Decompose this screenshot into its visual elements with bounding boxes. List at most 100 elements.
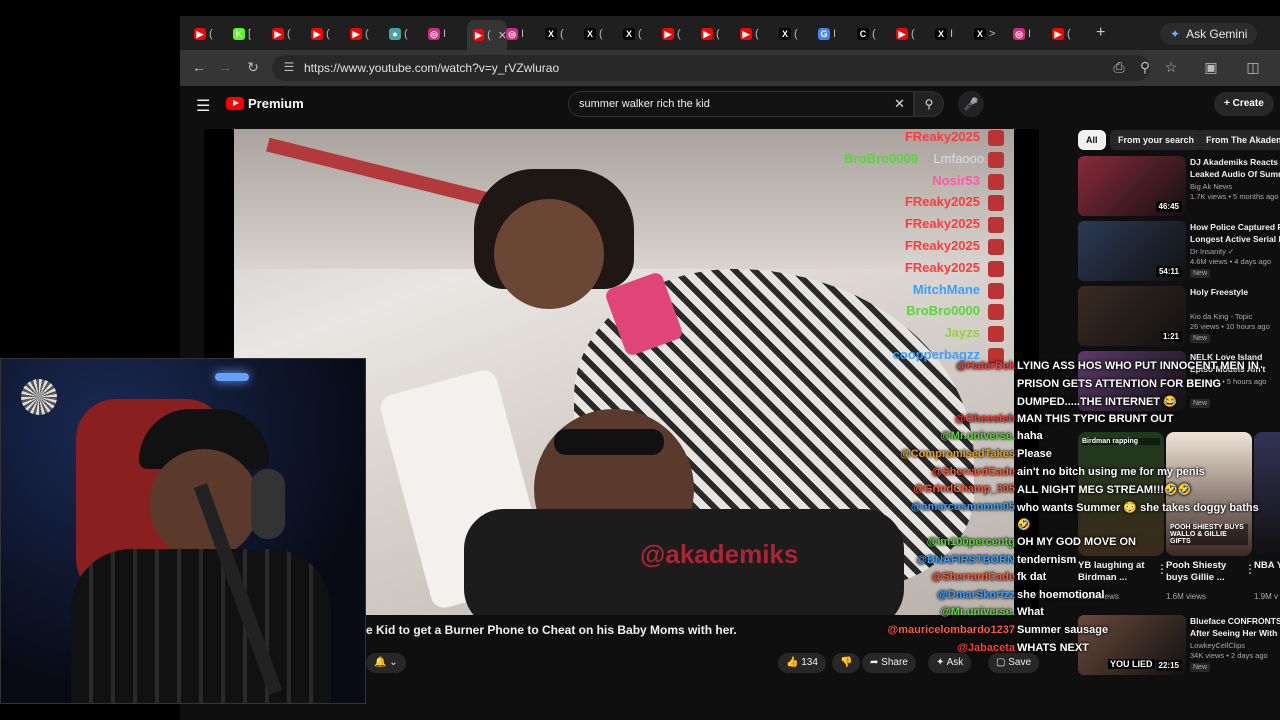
video-meta: 1.7K views • 5 months ago — [1190, 192, 1279, 201]
video-thumbnail[interactable]: 54:11 — [1078, 221, 1186, 281]
address-bar[interactable]: ☰ https://www.youtube.com/watch?v=y_rVZw… — [272, 55, 1150, 81]
video-thumbnail[interactable]: 1:21 — [1078, 286, 1186, 346]
recommended-video[interactable]: 54:11 How Police Captured F Longest Activ… — [1078, 221, 1280, 281]
browser-tab[interactable]: ▶( — [311, 24, 347, 44]
site-info-icon[interactable]: ☰ — [280, 60, 298, 74]
extensions-icon[interactable]: ▣ — [1202, 59, 1220, 76]
chat-line: PRISON GETS ATTENTION FOR BEING — [880, 378, 1280, 394]
video-title[interactable]: DJ Akademiks Reacts Leaked Audio Of Summ — [1190, 156, 1280, 180]
zoom-icon[interactable]: ⚲ — [1136, 59, 1154, 76]
chat-username: @im100percentg — [926, 536, 1015, 548]
channel-name[interactable]: Dr Insanity ✓ — [1190, 247, 1234, 256]
reload-icon[interactable]: ↻ — [244, 59, 262, 76]
chat-avatar — [988, 173, 1004, 190]
browser-tab[interactable]: ▶( — [194, 24, 230, 44]
forward-icon[interactable]: → — [216, 59, 234, 75]
browser-tab[interactable]: ▶( — [272, 24, 308, 44]
browser-tab[interactable]: ◎ I — [1013, 24, 1049, 44]
video-meta: 4.6M views • 4 days ago — [1190, 257, 1271, 266]
side-panel-icon[interactable]: ◫ — [1244, 59, 1262, 76]
light-shape — [215, 373, 249, 381]
jersey-shape — [71, 549, 331, 703]
video-thumbnail[interactable]: 46:45 — [1078, 156, 1186, 216]
create-button[interactable]: + Create — [1214, 92, 1274, 116]
chat-username: Nosir53 — [932, 172, 980, 188]
back-icon[interactable]: ← — [190, 59, 208, 75]
video-title[interactable]: How Police Captured F Longest Active Ser… — [1190, 221, 1280, 245]
chat-line: 🤣 — [880, 518, 1280, 534]
youtube-logo[interactable]: Premium — [226, 96, 304, 111]
browser-tab[interactable]: ▶( — [701, 24, 737, 44]
chip-from-your-search[interactable]: From your search — [1110, 130, 1203, 150]
browser-tab[interactable]: ▶( — [896, 24, 932, 44]
browser-tab[interactable]: ◎ I — [428, 24, 464, 44]
tab-title: ( — [287, 28, 291, 40]
chat-username: MitchMane — [912, 281, 980, 297]
chat-message: OH MY GOD MOVE ON — [1017, 536, 1136, 548]
youtube-icon: ▶ — [1052, 28, 1064, 40]
tab-title: I — [833, 28, 837, 40]
browser-tab[interactable]: XI — [935, 24, 971, 44]
chip-from-the-akademiks[interactable]: From The Akadem — [1198, 130, 1280, 150]
chat-message: she hoemotional — [1017, 588, 1105, 601]
chat-message: ALL NIGHT MEG STREAM!!!🤣🤣 — [1017, 484, 1192, 497]
chat-message: Lmfaooo — [933, 150, 984, 166]
tab-strip: ▶(K[▶(▶(▶(●(◎ I ▶(✕ ◎ I X(X(X(▶(▶(▶(X(G I C(▶(X… — [180, 16, 1280, 50]
x-icon: X — [935, 28, 947, 40]
chat-line: @Oheesieh MAN THIS TYPIC BRUNT OUT — [880, 413, 1280, 429]
browser-tab[interactable]: ◎ I — [506, 24, 542, 44]
browser-tab[interactable]: X > — [974, 24, 1010, 44]
browser-tab[interactable]: K[ — [233, 24, 269, 44]
browser-tab[interactable]: ▶(✕ — [467, 20, 507, 50]
chip-all[interactable]: All — [1078, 130, 1106, 150]
browser-tab[interactable]: ▶( — [350, 24, 386, 44]
dislike-icon[interactable]: 👎 — [832, 653, 861, 673]
voice-search-button[interactable]: 🎤 — [958, 91, 984, 117]
notification-bell-icon[interactable]: 🔔 ⌄ — [366, 653, 406, 673]
browser-tab[interactable]: X( — [545, 24, 581, 44]
bookmark-star-icon[interactable]: ☆ — [1162, 59, 1180, 76]
recommended-video[interactable]: 46:45 DJ Akademiks Reacts Leaked Audio Of… — [1078, 156, 1280, 216]
browser-tab[interactable]: ●( — [389, 24, 425, 44]
chat-message: DUMPED.....THE INTERNET 😂 — [1017, 396, 1177, 409]
channel-name[interactable]: Kio da King - Topic — [1190, 312, 1252, 321]
tab-title: ( — [326, 28, 330, 40]
like-button[interactable]: 👍 134 — [778, 653, 826, 673]
chat-avatar — [988, 282, 1004, 299]
menu-icon[interactable]: ☰ — [196, 96, 210, 116]
chat-message: haha — [1017, 430, 1043, 443]
browser-tab[interactable]: C( — [857, 24, 893, 44]
stream-chat-overlay: @HaterDek LYING ASS HOS WHO PUT INNOCENT … — [880, 360, 1280, 680]
new-badge: New — [1190, 269, 1211, 278]
browser-tab[interactable]: X( — [584, 24, 620, 44]
channel-name[interactable]: Big Ak News — [1190, 182, 1232, 191]
tab-title: [ — [248, 28, 252, 40]
chat-username: FReaky2025 — [904, 194, 980, 210]
install-icon[interactable]: ⎙ — [1110, 59, 1128, 76]
browser-tab[interactable]: X( — [623, 24, 659, 44]
clear-icon[interactable]: ✕ — [894, 96, 905, 112]
tab-title: I — [1028, 28, 1032, 40]
chat-message: PRISON GETS ATTENTION FOR BEING — [1017, 377, 1222, 390]
browser-tab[interactable]: GI — [818, 24, 854, 44]
chat-username: @amarcusmomm05 — [910, 500, 1015, 513]
tab-title: ( — [209, 28, 213, 40]
search-input[interactable]: summer walker rich the kid ✕ — [568, 91, 914, 117]
search-button[interactable]: ⚲ — [914, 91, 944, 117]
chat-username: FReaky2025 — [904, 129, 980, 144]
browser-tab[interactable]: X( — [779, 24, 815, 44]
video-title[interactable]: Holy Freestyle — [1190, 286, 1280, 310]
webcam-feed — [0, 358, 366, 704]
x-icon: X — [545, 28, 557, 40]
recommended-video[interactable]: 1:21 Holy Freestyle Kio da King - Topic 26 … — [1078, 286, 1280, 346]
chat-line: @Jabaceta WHATS NEXT — [880, 642, 1280, 658]
youtube-icon: ▶ — [740, 28, 752, 40]
browser-tab[interactable]: ▶( — [662, 24, 698, 44]
chat-message: Summer sausage — [1017, 624, 1109, 636]
search-value: summer walker rich the kid — [579, 98, 710, 110]
browser-tab[interactable]: ▶( — [1052, 24, 1088, 44]
new-tab-button[interactable]: + — [1096, 24, 1105, 42]
youtube-icon: ▶ — [662, 28, 674, 40]
browser-tab[interactable]: ▶( — [740, 24, 776, 44]
ask-gemini-button[interactable]: ✦ Ask Gemini — [1160, 23, 1258, 45]
